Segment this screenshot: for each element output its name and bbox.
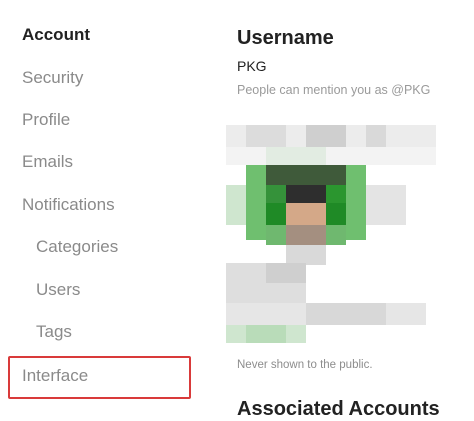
sidebar-item-emails[interactable]: Emails <box>22 152 73 172</box>
associated-accounts-title: Associated Accounts <box>237 398 440 420</box>
sidebar-item-account[interactable]: Account <box>22 25 90 45</box>
avatar[interactable] <box>226 125 436 343</box>
username-section-title: Username <box>237 27 334 49</box>
sidebar-item-interface[interactable]: Interface <box>22 366 88 386</box>
email-help-text: Never shown to the public. <box>237 359 373 371</box>
sidebar-item-users[interactable]: Users <box>36 280 80 300</box>
sidebar-item-categories[interactable]: Categories <box>36 237 118 257</box>
sidebar-item-notifications[interactable]: Notifications <box>22 195 115 215</box>
sidebar-item-tags[interactable]: Tags <box>36 322 72 342</box>
username-help-text: People can mention you as @PKG <box>237 83 431 97</box>
sidebar-item-security[interactable]: Security <box>22 68 83 88</box>
sidebar-item-profile[interactable]: Profile <box>22 110 70 130</box>
username-value: PKG <box>237 58 267 74</box>
account-main-panel: Username PKG People can mention you as @… <box>226 0 474 420</box>
preferences-sidebar: Account Security Profile Emails Notifica… <box>0 0 200 412</box>
